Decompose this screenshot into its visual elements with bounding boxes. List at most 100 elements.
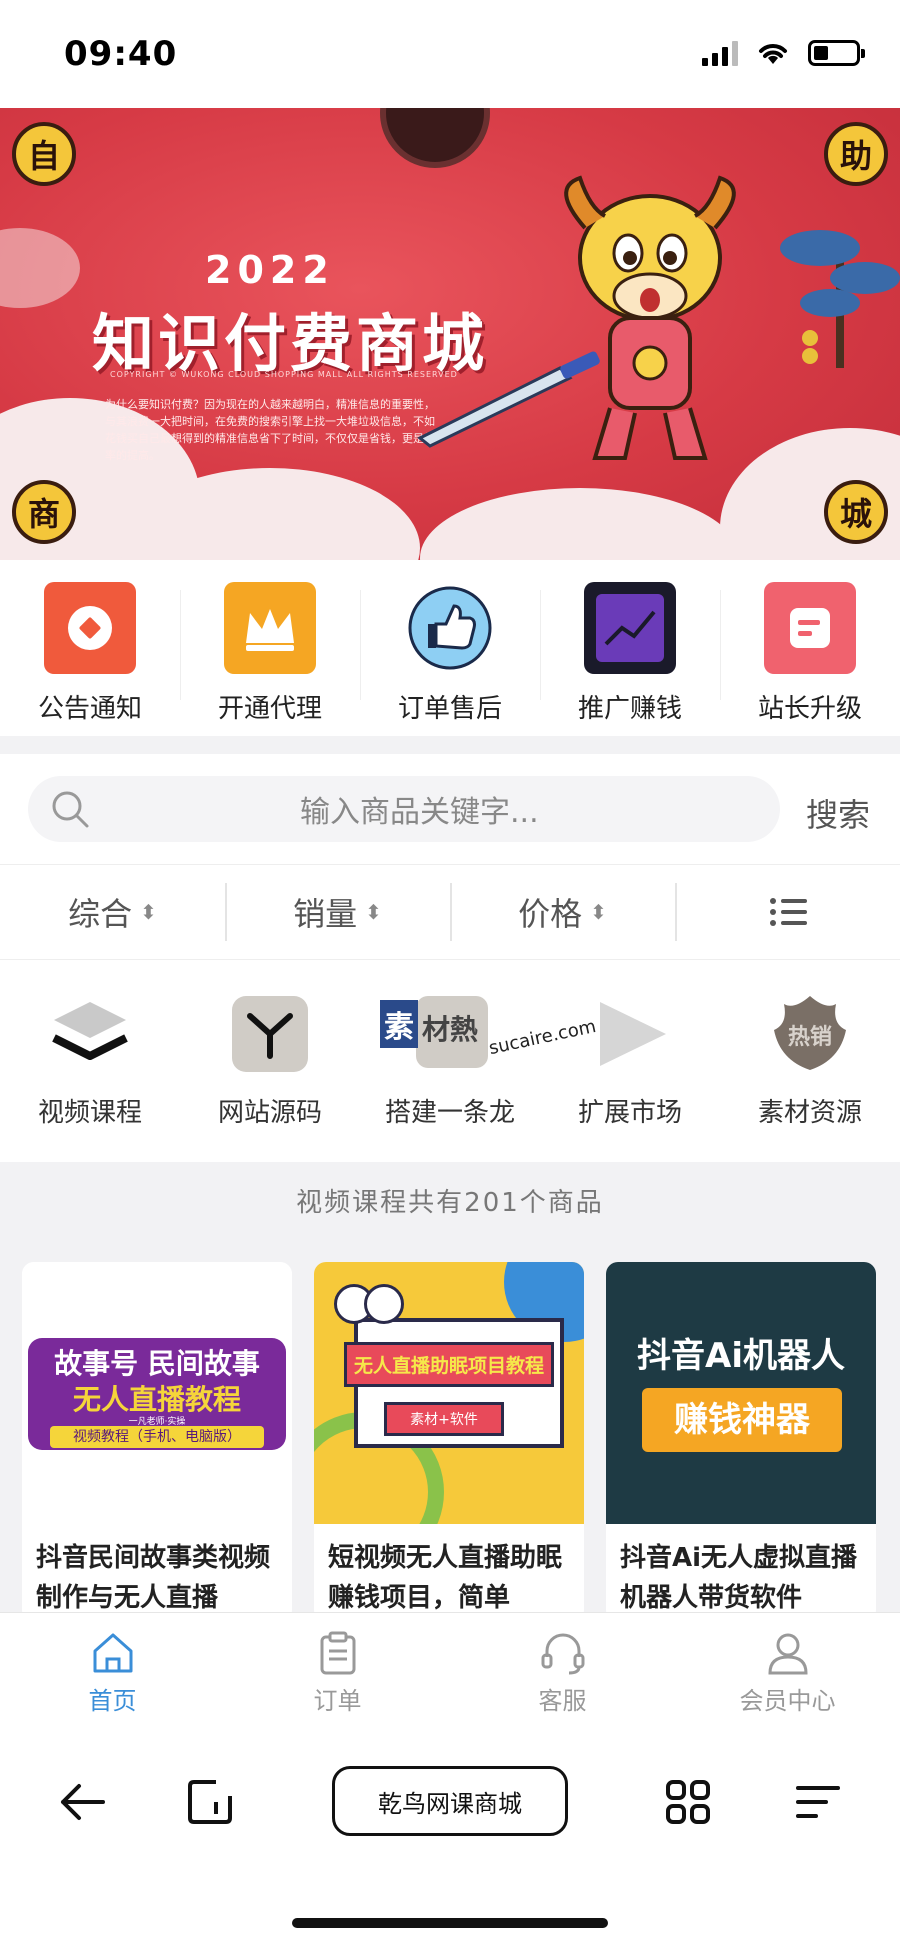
product-title: 抖音民间故事类视频制作与无人直播: [36, 1543, 271, 1613]
sort-arrows-icon: ⬍: [590, 900, 607, 924]
list-view-icon: [769, 898, 807, 926]
tab-member-center[interactable]: 会员中心: [675, 1613, 900, 1724]
menu-button[interactable]: [788, 1772, 848, 1832]
svg-text:热销: 热销: [788, 1024, 832, 1050]
thumb-line: 赚钱神器: [642, 1388, 842, 1452]
quick-item-promote[interactable]: 推广赚钱: [540, 560, 720, 736]
signal-icon: [702, 40, 738, 66]
category-material-resources[interactable]: 热销 素材资源: [720, 960, 900, 1162]
search-placeholder: 输入商品关键字...: [300, 795, 539, 830]
tab-label: 订单: [313, 1687, 362, 1715]
quick-item-label: 公告通知: [37, 694, 142, 724]
corner-badge: 助: [824, 122, 888, 186]
browser-toolbar: 乾鸟网课商城: [0, 1724, 900, 1948]
home-icon: [93, 1633, 132, 1673]
category-label: 网站源码: [217, 1098, 322, 1128]
category-video-course[interactable]: 视频课程: [0, 960, 180, 1162]
corner-badge: 自: [12, 122, 76, 186]
product-card[interactable]: 抖音Ai机器人 赚钱神器 抖音Ai无人虚拟直播机器人带货软件: [606, 1262, 876, 1622]
back-button[interactable]: [52, 1772, 112, 1832]
product-thumbnail: 抖音Ai机器人 赚钱神器: [606, 1262, 876, 1524]
search-icon: [52, 791, 89, 828]
search-button[interactable]: 搜索: [806, 790, 870, 836]
category-source-code[interactable]: 网站源码: [180, 960, 360, 1162]
product-title: 短视频无人直播助眠赚钱项目，简单: [328, 1543, 563, 1613]
status-time: 09:40: [64, 34, 178, 74]
browser-page-title[interactable]: 乾鸟网课商城: [332, 1766, 568, 1836]
watermark: 素 材熱 sucaire.com: [380, 1000, 598, 1059]
tab-label: 首页: [88, 1687, 137, 1715]
cloud-decoration: [420, 488, 740, 560]
user-icon: [767, 1633, 808, 1675]
battery-icon: [808, 40, 865, 66]
home-indicator[interactable]: [292, 1918, 608, 1928]
cloud-decoration: [0, 228, 80, 308]
quick-item-after-sales[interactable]: 订单售后: [360, 560, 540, 736]
crown-icon: [224, 582, 316, 674]
category-label: 素材资源: [757, 1098, 862, 1128]
status-bar: 09:40: [0, 0, 900, 108]
hot-sale-icon: 热销: [774, 996, 846, 1070]
tab-customer-service[interactable]: 客服: [450, 1613, 675, 1724]
tab-home[interactable]: 首页: [0, 1613, 225, 1724]
window-icon: [188, 1780, 232, 1824]
category-extension-market[interactable]: 扩展市场: [540, 960, 720, 1162]
sort-price[interactable]: 价格 ⬍: [450, 865, 675, 959]
corner-badge: 城: [824, 480, 888, 544]
upgrade-icon: [764, 582, 856, 674]
sort-sales[interactable]: 销量 ⬍: [225, 865, 450, 959]
quick-item-label: 订单售后: [397, 694, 502, 724]
tab-orders[interactable]: 订单: [225, 1613, 450, 1724]
sort-label: 销量: [293, 895, 358, 933]
view-toggle-button[interactable]: [675, 865, 900, 959]
watermark-text: 材熱: [422, 1013, 479, 1046]
product-card[interactable]: 无人直播助眠项目教程 素材+软件 短视频无人直播助眠赚钱项目，简单: [314, 1262, 584, 1622]
search-input[interactable]: 输入商品关键字...: [28, 776, 780, 842]
category-one-stop-build[interactable]: 搭建一条龙: [360, 960, 540, 1162]
sword-illustration: [417, 351, 600, 448]
headset-icon: [541, 1633, 584, 1675]
thumb-line: 无人直播助眠项目教程: [344, 1342, 554, 1387]
quick-item-announcement[interactable]: 公告通知: [0, 560, 180, 736]
quick-item-label: 站长升级: [757, 694, 862, 724]
product-card[interactable]: 故事号 民间故事 无人直播教程 一凡老师·实操 视频教程（手机、电脑版） 抖音民…: [22, 1262, 292, 1622]
tabs-button[interactable]: [180, 1772, 240, 1832]
sort-comprehensive[interactable]: 综合 ⬍: [0, 865, 225, 959]
corner-badge: 商: [12, 480, 76, 544]
grid-icon: [666, 1780, 710, 1824]
product-count-caption: 视频课程共有201个商品: [296, 1188, 604, 1218]
thumb-line: 无人直播教程: [72, 1383, 241, 1416]
quick-item-upgrade[interactable]: 站长升级: [720, 560, 900, 736]
product-thumbnail: 无人直播助眠项目教程 素材+软件: [314, 1262, 584, 1524]
thumb-line: 抖音Ai机器人: [637, 1336, 845, 1376]
quick-item-agent[interactable]: 开通代理: [180, 560, 360, 736]
status-icons: [702, 40, 865, 66]
sort-label: 综合: [68, 895, 133, 933]
quick-item-label: 开通代理: [217, 694, 322, 724]
promo-banner[interactable]: 自 助 商 城 2022 知识付费商城 COPYRIGHT © WUKONG C…: [0, 108, 900, 560]
sort-arrows-icon: ⬍: [140, 900, 157, 924]
quick-menu: 公告通知 开通代理 订单售后 推广赚钱 站长升级: [0, 560, 900, 736]
quick-item-label: 推广赚钱: [577, 694, 682, 724]
thumb-line: 视频教程（手机、电脑版）: [50, 1426, 264, 1448]
banner-year: 2022: [205, 248, 335, 292]
code-icon: [232, 996, 308, 1072]
category-row: 视频课程 网站源码 搭建一条龙 扩展市场 热销 素材资源: [0, 960, 900, 1162]
back-arrow-icon: [61, 1784, 105, 1820]
clipboard-icon: [320, 1631, 355, 1675]
bottom-tabbar: 首页 订单 客服 会员中心: [0, 1612, 900, 1724]
sort-bar: 综合 ⬍ 销量 ⬍ 价格 ⬍: [0, 864, 900, 960]
tab-label: 会员中心: [739, 1687, 836, 1715]
product-thumbnail: 故事号 民间故事 无人直播教程 一凡老师·实操 视频教程（手机、电脑版）: [22, 1262, 292, 1524]
banner-description: 为什么要知识付费？因为现在的人越来越明白，精准信息的重要性，与其浪费一大把时间，…: [105, 398, 435, 462]
tab-label: 客服: [538, 1687, 587, 1715]
banner-copyright: COPYRIGHT © WUKONG CLOUD SHOPPING MALL A…: [110, 370, 458, 379]
layers-icon: [52, 1002, 128, 1060]
chart-icon: [584, 582, 676, 674]
thumbs-up-icon: [404, 582, 496, 674]
thumb-line: 故事号 民间故事: [54, 1347, 260, 1380]
apps-button[interactable]: [658, 1772, 718, 1832]
announcement-icon: [44, 582, 136, 674]
pine-tree-illustration: [780, 230, 900, 368]
sort-label: 价格: [518, 895, 583, 933]
